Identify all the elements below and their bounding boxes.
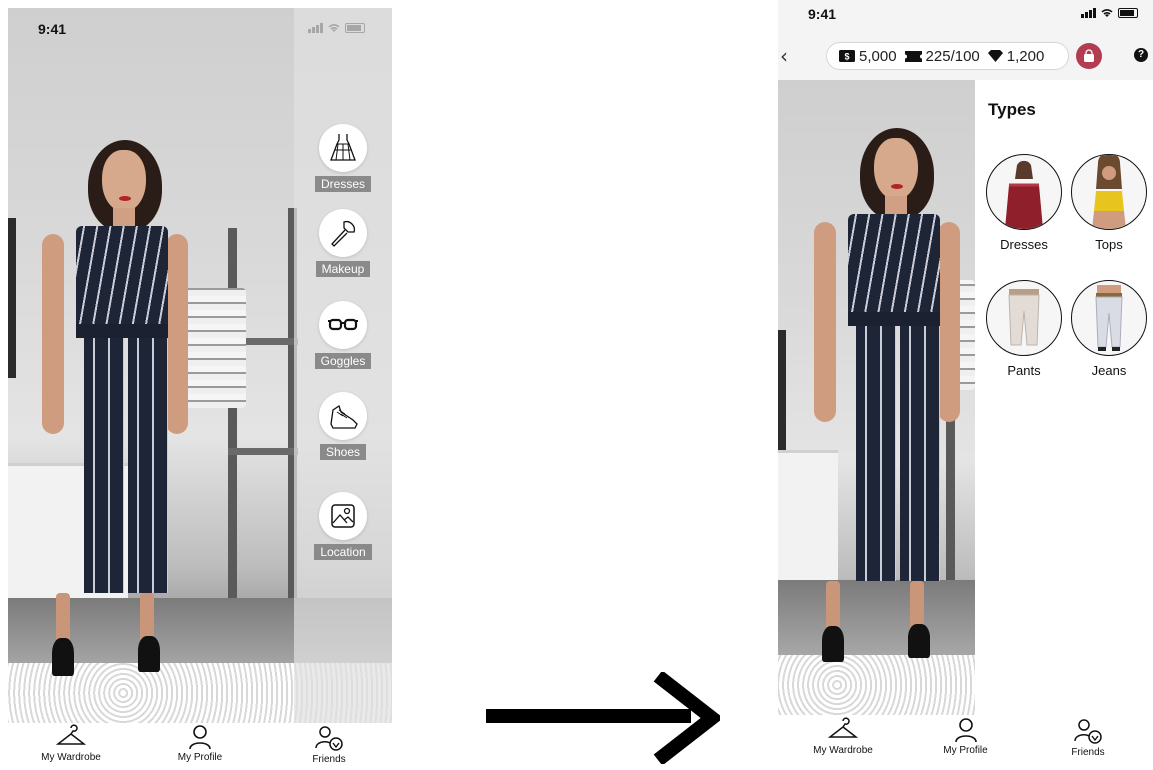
model-figure xyxy=(36,138,196,678)
nav-friends[interactable]: Friends xyxy=(274,724,384,770)
type-jeans[interactable]: Jeans xyxy=(1069,280,1149,378)
dress-icon xyxy=(319,124,367,172)
battery-icon xyxy=(1118,8,1138,18)
category-panel: Dresses Makeup Goggles Shoes Location xyxy=(294,8,392,723)
model-figure xyxy=(810,126,970,666)
status-time: 9:41 xyxy=(808,6,837,22)
category-label: Location xyxy=(314,544,372,560)
cash-balance: $ 5,000 xyxy=(839,48,897,65)
gem-balance: 1,200 xyxy=(987,47,1045,65)
category-location[interactable]: Location xyxy=(303,492,383,560)
category-makeup[interactable]: Makeup xyxy=(303,209,383,277)
currency-pill: $ 5,000 225/100 1,200 xyxy=(826,42,1069,70)
types-panel: Types Dresses Tops Pants Jeans xyxy=(975,80,1153,715)
ticket-value: 225/100 xyxy=(925,47,980,65)
help-button[interactable]: ? xyxy=(1134,48,1148,62)
image-icon xyxy=(319,492,367,540)
nav-my-profile[interactable]: My Profile xyxy=(145,724,255,770)
top-bar: ‹ $ 5,000 225/100 1,200 ? xyxy=(778,30,1153,80)
category-label: Shoes xyxy=(319,444,367,460)
screen-after: 9:41 ‹ $ 5,000 225/100 1,200 ? Types Dre… xyxy=(778,0,1153,770)
nav-label: Friends xyxy=(312,754,346,765)
cash-icon: $ xyxy=(839,50,855,62)
friends-icon xyxy=(315,726,343,751)
type-label: Jeans xyxy=(1091,363,1127,378)
bottom-nav: My Wardrobe My Profile Friends xyxy=(778,717,1153,767)
type-label: Pants xyxy=(1007,363,1041,378)
nav-label: My Profile xyxy=(943,745,988,756)
category-label: Dresses xyxy=(314,176,371,192)
category-label: Goggles xyxy=(314,353,372,369)
status-icons xyxy=(1081,8,1138,18)
nav-my-profile[interactable]: My Profile xyxy=(911,717,1021,767)
category-label: Makeup xyxy=(315,261,371,277)
category-dresses[interactable]: Dresses xyxy=(303,124,383,192)
signal-icon xyxy=(1081,8,1096,18)
category-goggles[interactable]: Goggles xyxy=(303,301,383,369)
back-chevron-icon[interactable]: ‹ xyxy=(780,44,788,68)
nav-my-wardrobe[interactable]: My Wardrobe xyxy=(788,717,898,767)
type-label: Dresses xyxy=(1000,237,1048,252)
glasses-icon xyxy=(319,301,367,349)
gem-icon xyxy=(987,50,1003,62)
type-label: Tops xyxy=(1095,237,1123,252)
screen-before: 9:41 Dresses Makeup Goggles Shoes Locati… xyxy=(8,8,392,770)
bottom-nav: My Wardrobe My Profile Friends xyxy=(8,724,392,770)
status-time: 9:41 xyxy=(38,21,67,37)
friends-icon xyxy=(1074,719,1102,744)
nav-label: My Profile xyxy=(177,752,223,763)
hanger-icon xyxy=(56,724,86,745)
cash-value: 5,000 xyxy=(859,47,897,65)
type-tops-image xyxy=(1071,154,1147,230)
nav-my-wardrobe[interactable]: My Wardrobe xyxy=(16,724,126,770)
hanger-icon xyxy=(828,717,858,738)
nav-label: My Wardrobe xyxy=(813,745,873,756)
sneaker-icon xyxy=(319,392,367,440)
gem-value: 1,200 xyxy=(1006,47,1045,65)
type-pants[interactable]: Pants xyxy=(984,280,1064,378)
type-jeans-image xyxy=(1071,280,1147,356)
arrow-right-icon xyxy=(486,672,720,764)
nav-friends[interactable]: Friends xyxy=(1033,717,1143,767)
type-tops[interactable]: Tops xyxy=(1069,154,1149,252)
ticket-balance: 225/100 xyxy=(904,47,980,65)
person-icon xyxy=(954,718,977,743)
photo-scene xyxy=(778,80,975,715)
shopping-bag-icon xyxy=(1084,49,1094,62)
type-pants-image xyxy=(986,280,1062,356)
nav-label: Friends xyxy=(1071,747,1105,758)
nav-label: My Wardrobe xyxy=(41,752,101,763)
types-title: Types xyxy=(988,100,1036,119)
svg-text:$: $ xyxy=(844,52,849,62)
type-dresses[interactable]: Dresses xyxy=(984,154,1064,252)
type-dresses-image xyxy=(986,154,1062,230)
ticket-icon xyxy=(904,50,922,62)
shop-button[interactable] xyxy=(1076,43,1102,69)
makeup-brush-icon xyxy=(319,209,367,257)
wifi-icon xyxy=(1101,9,1113,17)
category-shoes[interactable]: Shoes xyxy=(303,392,383,460)
person-icon xyxy=(189,725,211,750)
